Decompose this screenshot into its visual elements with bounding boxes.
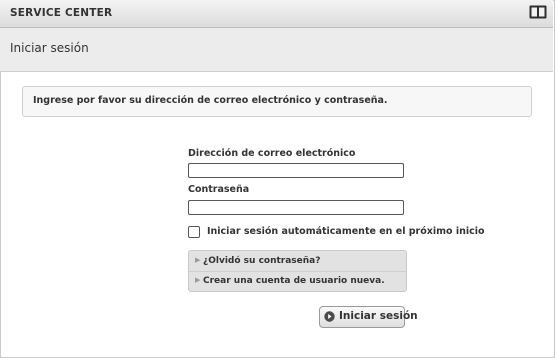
arrow-circle-icon — [324, 311, 335, 322]
auto-login-checkbox[interactable] — [188, 226, 200, 238]
create-account-link[interactable]: ▶ Crear una cuenta de usuario nueva. — [189, 271, 406, 291]
page-header: Iniciar sesión — [0, 28, 553, 72]
create-account-label[interactable]: Crear una cuenta de usuario nueva. — [203, 276, 385, 286]
title-bar: SERVICE CENTER — [0, 0, 553, 28]
email-label: Dirección de correo electrónico — [188, 148, 356, 159]
email-field[interactable] — [188, 163, 404, 178]
app-title: SERVICE CENTER — [10, 7, 113, 19]
password-label: Contraseña — [188, 184, 250, 195]
book-icon[interactable] — [529, 5, 547, 19]
chevron-right-icon: ▶ — [195, 256, 201, 264]
chevron-right-icon: ▶ — [195, 276, 201, 284]
password-field[interactable] — [188, 200, 404, 215]
forgot-password-link[interactable]: ▶ ¿Olvidó su contraseña? — [189, 251, 406, 272]
page-title: Iniciar sesión — [10, 41, 89, 55]
notice-text: Ingrese por favor su dirección de correo… — [33, 95, 388, 106]
account-links-box: ▶ ¿Olvidó su contraseña? ▶ Crear una cue… — [188, 250, 407, 292]
login-button[interactable]: Iniciar sesión — [319, 306, 418, 328]
auto-login-label[interactable]: Iniciar sesión automáticamente en el pró… — [207, 226, 485, 237]
login-button-label: Iniciar sesión — [339, 310, 418, 322]
instruction-notice: Ingrese por favor su dirección de correo… — [22, 86, 532, 117]
forgot-password-label[interactable]: ¿Olvidó su contraseña? — [203, 256, 320, 266]
